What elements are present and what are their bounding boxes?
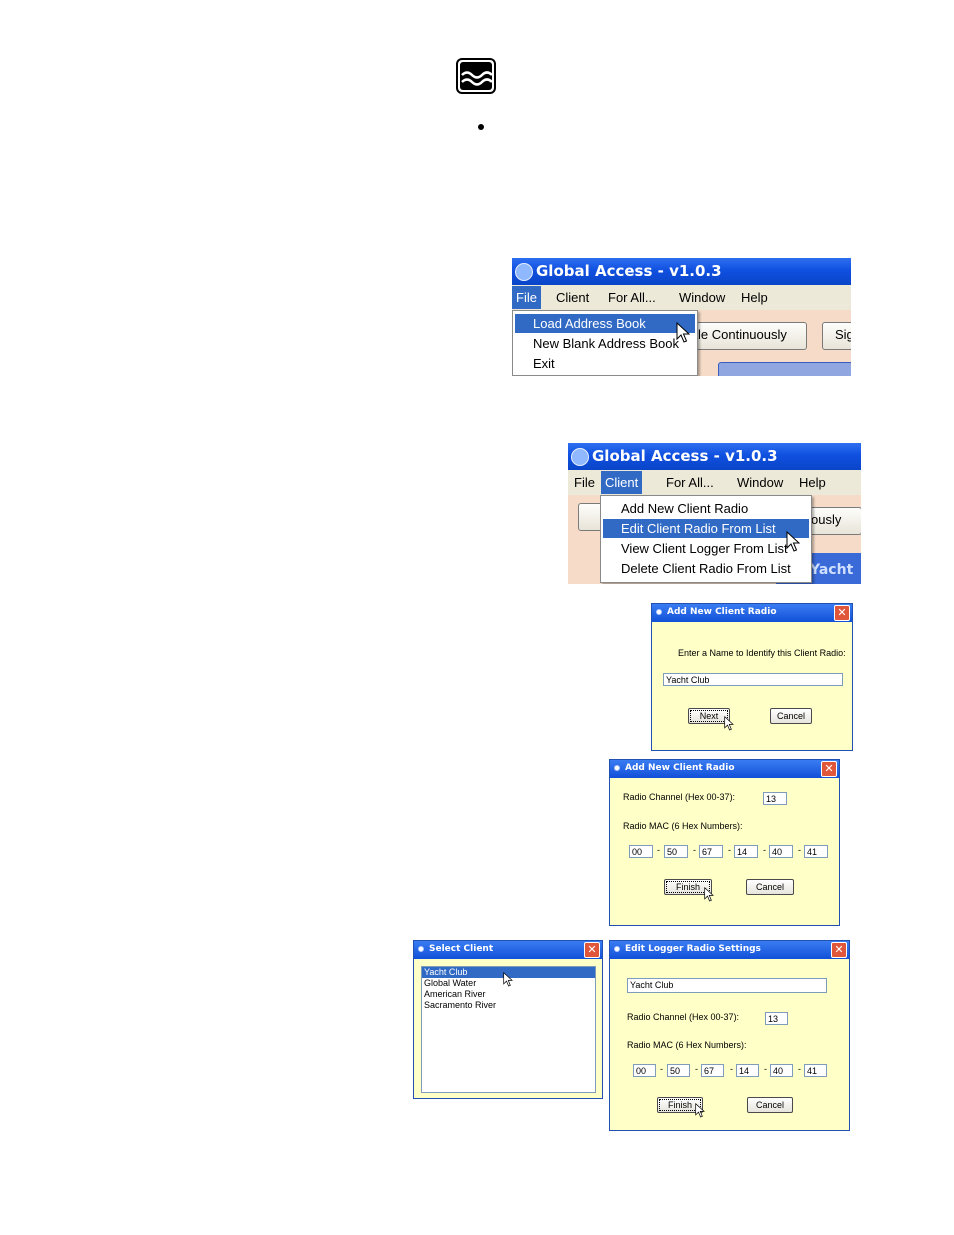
add-client-name-dialog: Add New Client Radio ✕ Enter a Name to I… <box>651 603 853 751</box>
menu-window[interactable]: Window <box>676 289 728 306</box>
mac-byte-2[interactable]: 50 <box>664 845 688 858</box>
dialog-title-bar: Select Client ✕ <box>414 941 602 959</box>
cancel-button[interactable]: Cancel <box>770 708 812 724</box>
menu-window[interactable]: Window <box>734 474 786 491</box>
channel-label: Radio Channel (Hex 00-37): <box>627 1012 740 1022</box>
menu-bar: File Client For All... Window Help <box>568 470 861 495</box>
mac-separator: - <box>798 1064 801 1074</box>
menu-help[interactable]: Help <box>796 474 829 491</box>
mac-label: Radio MAC (6 Hex Numbers): <box>627 1040 747 1050</box>
client-name-input[interactable]: Yacht Club <box>627 978 827 993</box>
app-window-client-menu: Global Access - v1.0.3 File Client For A… <box>568 443 861 584</box>
menu-help[interactable]: Help <box>738 289 771 306</box>
dialog-app-icon <box>614 946 620 952</box>
mac-label: Radio MAC (6 Hex Numbers): <box>623 821 743 831</box>
menu-for-all[interactable]: For All... <box>663 474 717 491</box>
list-item[interactable]: Sacramento River <box>422 1000 595 1011</box>
menu-bar: File Client For All... Window Help <box>512 285 851 310</box>
dialog-app-icon <box>418 946 424 952</box>
dialog-title: Edit Logger Radio Settings <box>625 944 761 954</box>
mac-byte-3[interactable]: 67 <box>699 845 723 858</box>
mouse-pointer-icon <box>704 886 714 902</box>
mouse-pointer-icon <box>786 530 801 553</box>
dialog-title-bar: Edit Logger Radio Settings ✕ <box>610 941 849 959</box>
menu-item-view-client-logger[interactable]: View Client Logger From List <box>603 539 809 558</box>
dialog-app-icon <box>614 765 620 771</box>
dialog-title-bar: Add New Client Radio ✕ <box>610 760 839 778</box>
global-access-app-icon <box>515 263 533 281</box>
menu-item-add-new-client-radio[interactable]: Add New Client Radio <box>603 499 809 518</box>
global-access-app-icon <box>571 448 589 466</box>
client-dropdown-menu: Add New Client Radio Edit Client Radio F… <box>600 495 812 583</box>
mac-byte-5[interactable]: 40 <box>769 845 793 858</box>
mac-byte-2[interactable]: 50 <box>667 1064 690 1077</box>
mac-byte-3[interactable]: 67 <box>701 1064 724 1077</box>
menu-item-exit[interactable]: Exit <box>515 354 695 373</box>
title-bar: Global Access - v1.0.3 <box>568 443 861 470</box>
mouse-pointer-icon <box>676 321 691 344</box>
menu-file[interactable]: File <box>512 286 541 309</box>
menu-item-delete-client-radio[interactable]: Delete Client Radio From List <box>603 559 809 578</box>
client-name-input[interactable]: Yacht Club <box>663 673 843 686</box>
mac-byte-1[interactable]: 00 <box>629 845 653 858</box>
dialog-title: Select Client <box>429 944 494 954</box>
window-title: Global Access - v1.0.3 <box>592 447 778 465</box>
channel-label: Radio Channel (Hex 00-37): <box>623 792 736 802</box>
app-window-file-menu: Global Access - v1.0.3 File Client For A… <box>512 258 851 376</box>
water-waves-icon <box>456 58 496 94</box>
menu-client[interactable]: Client <box>601 471 643 494</box>
mac-byte-6[interactable]: 41 <box>804 1064 827 1077</box>
add-client-radio-dialog: Add New Client Radio ✕ Radio Channel (He… <box>609 759 840 926</box>
title-bar: Global Access - v1.0.3 <box>512 258 851 285</box>
file-dropdown-menu: Load Address Book New Blank Address Book… <box>512 310 698 376</box>
menu-item-load-address-book[interactable]: Load Address Book <box>515 314 695 333</box>
close-icon[interactable]: ✕ <box>834 605 850 621</box>
mac-separator: - <box>764 1064 767 1074</box>
sign-button[interactable]: Sig <box>822 322 851 350</box>
mac-separator: - <box>693 845 696 855</box>
mac-byte-1[interactable]: 00 <box>633 1064 656 1077</box>
menu-item-edit-client-radio[interactable]: Edit Client Radio From List <box>603 519 809 538</box>
bullet-point <box>478 124 484 130</box>
menu-file[interactable]: File <box>571 474 598 491</box>
mac-byte-4[interactable]: 14 <box>734 845 758 858</box>
close-icon[interactable]: ✕ <box>831 942 847 958</box>
close-icon[interactable]: ✕ <box>821 761 837 777</box>
mouse-pointer-icon <box>503 971 513 987</box>
background-panel <box>718 362 851 376</box>
continuously-button[interactable]: ously <box>804 507 861 535</box>
select-client-dialog: Select Client ✕ Yacht Club Global Water … <box>413 940 603 1099</box>
dialog-title: Add New Client Radio <box>625 763 735 773</box>
cancel-button[interactable]: Cancel <box>746 879 794 895</box>
dialog-title: Add New Client Radio <box>667 607 777 617</box>
dialog-title-bar: Add New Client Radio ✕ <box>652 604 852 622</box>
window-title: Global Access - v1.0.3 <box>536 262 722 280</box>
cancel-button[interactable]: Cancel <box>747 1097 793 1113</box>
edit-logger-radio-dialog: Edit Logger Radio Settings ✕ Yacht Club … <box>609 940 850 1131</box>
continuously-button[interactable]: le Continuously <box>687 322 807 350</box>
name-prompt-label: Enter a Name to Identify this Client Rad… <box>678 648 846 658</box>
mac-byte-5[interactable]: 40 <box>770 1064 793 1077</box>
menu-item-new-blank-address-book[interactable]: New Blank Address Book <box>515 334 695 353</box>
mac-separator: - <box>730 1064 733 1074</box>
close-icon[interactable]: ✕ <box>584 942 600 958</box>
mouse-pointer-icon <box>724 715 734 731</box>
menu-client[interactable]: Client <box>553 289 592 306</box>
mac-separator: - <box>657 845 660 855</box>
channel-input[interactable]: 13 <box>765 1012 788 1025</box>
mac-separator: - <box>763 845 766 855</box>
mouse-pointer-icon <box>695 1102 705 1118</box>
mac-separator: - <box>660 1064 663 1074</box>
mac-byte-4[interactable]: 14 <box>736 1064 759 1077</box>
mac-separator: - <box>798 845 801 855</box>
mac-byte-6[interactable]: 41 <box>804 845 828 858</box>
menu-for-all[interactable]: For All... <box>605 289 659 306</box>
mac-separator: - <box>695 1064 698 1074</box>
dialog-app-icon <box>656 609 662 615</box>
mac-separator: - <box>728 845 731 855</box>
channel-input[interactable]: 13 <box>763 792 787 805</box>
list-item[interactable]: American River <box>422 989 595 1000</box>
